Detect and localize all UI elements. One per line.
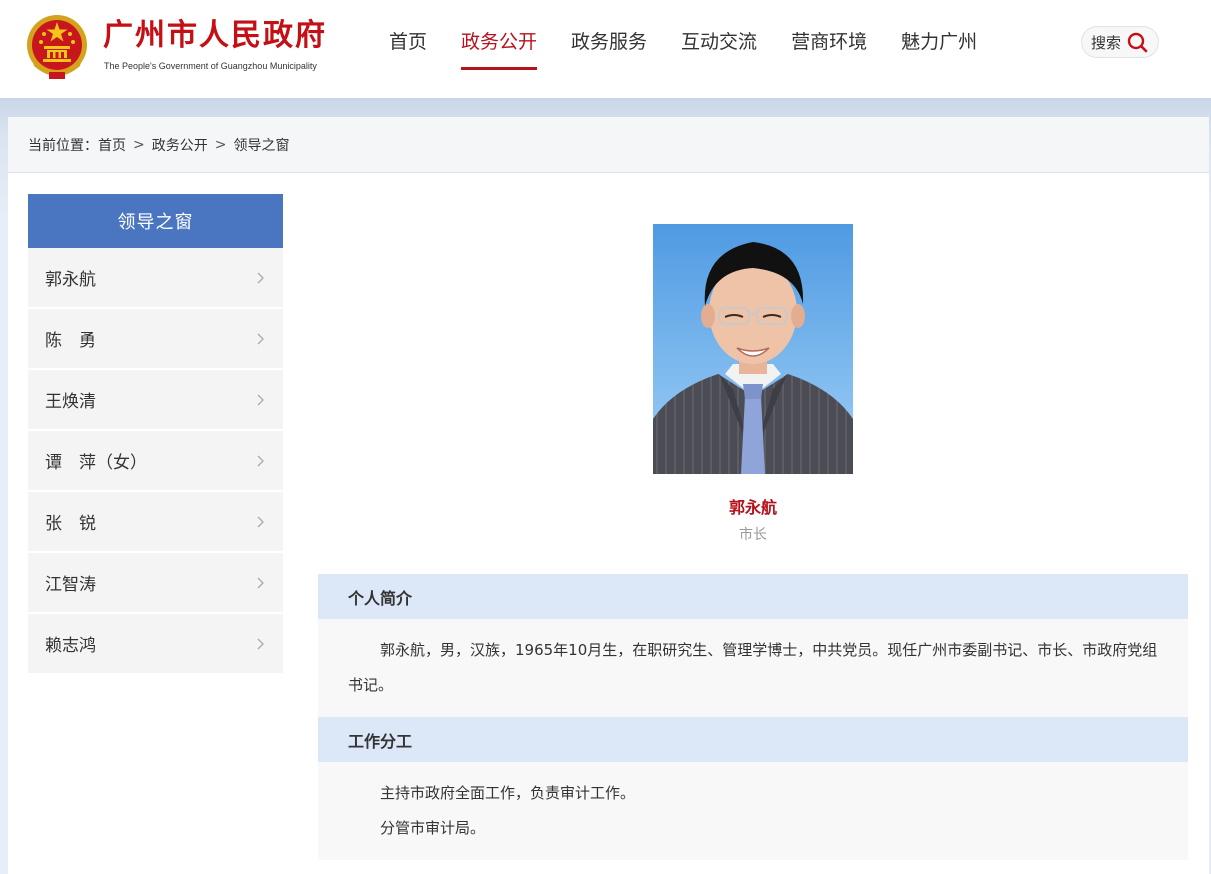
breadcrumb-prefix: 当前位置：: [28, 137, 98, 154]
chevron-right-icon: [257, 333, 264, 344]
biography-paragraph: 郭永航，男，汉族，1965年10月生，在职研究生、管理学博士，中共党员。现任广州…: [348, 641, 1158, 694]
section-body-duties: 主持市政府全面工作，负责审计工作。 分管市审计局。: [318, 762, 1188, 860]
site-header: 广州市人民政府 The People's Government of Guang…: [0, 0, 1211, 98]
sidebar-item-leader[interactable]: 张 锐: [28, 492, 283, 552]
nav-item-services[interactable]: 政务服务: [554, 20, 664, 68]
sidebar-item-label: 陈 勇: [45, 331, 96, 351]
sidebar-title: 领导之窗: [28, 194, 283, 248]
nav-item-interaction[interactable]: 互动交流: [664, 20, 774, 68]
sidebar-item-label: 赖志鸿: [45, 636, 96, 656]
breadcrumb-separator: >: [133, 136, 145, 153]
search-label: 搜索: [1090, 33, 1121, 52]
site-name-cn[interactable]: 广州市人民政府: [103, 18, 327, 54]
breadcrumb: 当前位置： 首页 > 政务公开 > 领导之窗: [8, 117, 1209, 173]
nav-item-charm-guangzhou[interactable]: 魅力广州: [884, 20, 994, 68]
breadcrumb-separator: >: [214, 136, 227, 153]
sidebar-item-leader[interactable]: 赖志鸿: [28, 614, 283, 674]
nav-item-business-environment[interactable]: 营商环境: [774, 20, 884, 68]
leader-title: 市长: [739, 527, 767, 543]
chevron-right-icon: [257, 516, 264, 527]
chevron-right-icon: [257, 272, 264, 283]
sidebar-item-label: 张 锐: [45, 514, 96, 534]
breadcrumb-government-affairs[interactable]: 政务公开: [152, 135, 208, 155]
search-icon: [1127, 32, 1148, 53]
nav-item-government-affairs[interactable]: 政务公开: [444, 20, 554, 70]
site-name-en[interactable]: The People's Government of Guangzhou Mun…: [104, 61, 317, 71]
chevron-right-icon: [257, 638, 264, 649]
breadcrumb-leaders-window[interactable]: 领导之窗: [233, 135, 289, 155]
leader-name: 郭永航: [728, 498, 777, 517]
national-emblem-icon[interactable]: [24, 12, 90, 82]
sidebar-item-label: 郭永航: [45, 270, 96, 290]
sidebar-item-leader[interactable]: 陈 勇: [28, 309, 283, 369]
sidebar-item-leader[interactable]: 谭 萍（女）: [28, 431, 283, 491]
sidebar-item-label: 江智涛: [45, 575, 96, 595]
breadcrumb-home[interactable]: 首页: [98, 135, 126, 155]
duties-paragraph: 分管市审计局。: [380, 819, 486, 837]
leader-sidebar: 领导之窗 郭永航 陈 勇 王焕清 谭 萍（女） 张 锐 江智涛 赖志鸿: [28, 194, 283, 675]
sidebar-item-leader[interactable]: 江智涛: [28, 553, 283, 613]
nav-item-home[interactable]: 首页: [372, 20, 444, 68]
sidebar-item-label: 王焕清: [45, 392, 96, 412]
main-nav: 首页 政务公开 政务服务 互动交流 营商环境 魅力广州: [372, 20, 994, 70]
content-container: 当前位置： 首页 > 政务公开 > 领导之窗 领导之窗 郭永航 陈 勇 王焕清: [8, 117, 1209, 874]
sidebar-item-leader[interactable]: 郭永航: [28, 248, 283, 308]
chevron-right-icon: [257, 394, 264, 405]
sidebar-item-label: 谭 萍（女）: [45, 453, 147, 473]
section-body-biography: 郭永航，男，汉族，1965年10月生，在职研究生、管理学博士，中共党员。现任广州…: [318, 619, 1188, 717]
search-button[interactable]: 搜索: [1081, 26, 1159, 58]
content-background: 当前位置： 首页 > 政务公开 > 领导之窗 领导之窗 郭永航 陈 勇 王焕清: [0, 98, 1211, 874]
section-heading-duties: 工作分工: [318, 717, 1188, 762]
leader-portrait: [653, 224, 853, 474]
chevron-right-icon: [257, 455, 264, 466]
section-heading-biography: 个人简介: [318, 574, 1188, 619]
chevron-right-icon: [257, 577, 264, 588]
sidebar-item-leader[interactable]: 王焕清: [28, 370, 283, 430]
duties-paragraph: 主持市政府全面工作，负责审计工作。: [380, 784, 636, 802]
